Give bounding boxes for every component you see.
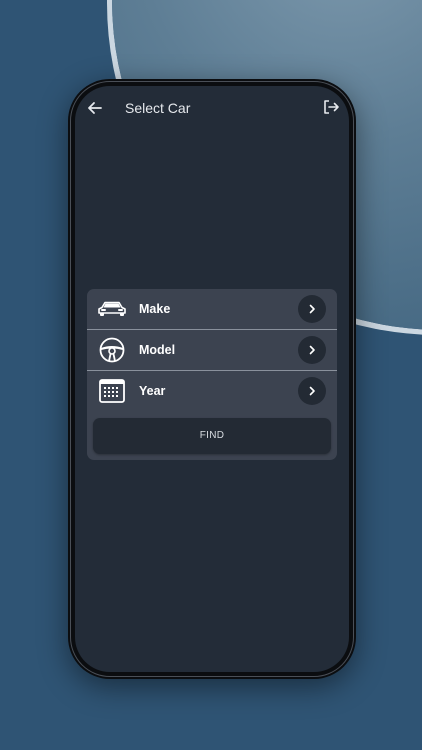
steering-wheel-icon <box>96 335 128 365</box>
app-bar: Select Car <box>75 86 349 130</box>
find-button[interactable]: FIND <box>93 418 331 454</box>
chevron-right-icon <box>309 386 315 396</box>
year-label: Year <box>139 384 166 398</box>
back-button[interactable] <box>85 98 105 118</box>
chevron-right-icon <box>309 345 315 355</box>
year-row[interactable]: Year <box>87 371 337 411</box>
car-icon <box>96 294 128 324</box>
make-chevron-button[interactable] <box>298 295 326 323</box>
year-chevron-button[interactable] <box>298 377 326 405</box>
app-screen: Select Car Make Model Year FIND <box>75 86 349 672</box>
phone-frame: Select Car Make Model Year FIND <box>68 79 356 679</box>
model-chevron-button[interactable] <box>298 336 326 364</box>
make-label: Make <box>139 302 171 316</box>
chevron-right-icon <box>309 304 315 314</box>
car-selector-card: Make Model Year FIND <box>87 289 337 460</box>
model-label: Model <box>139 343 176 357</box>
promo-background: Select Car Make Model Year FIND <box>0 0 422 750</box>
make-row[interactable]: Make <box>87 289 337 329</box>
page-title: Select Car <box>125 100 191 116</box>
calendar-icon <box>96 376 128 406</box>
model-row[interactable]: Model <box>87 330 337 370</box>
logout-button[interactable] <box>321 97 341 117</box>
logout-icon <box>324 100 339 114</box>
arrow-left-icon <box>88 102 102 114</box>
